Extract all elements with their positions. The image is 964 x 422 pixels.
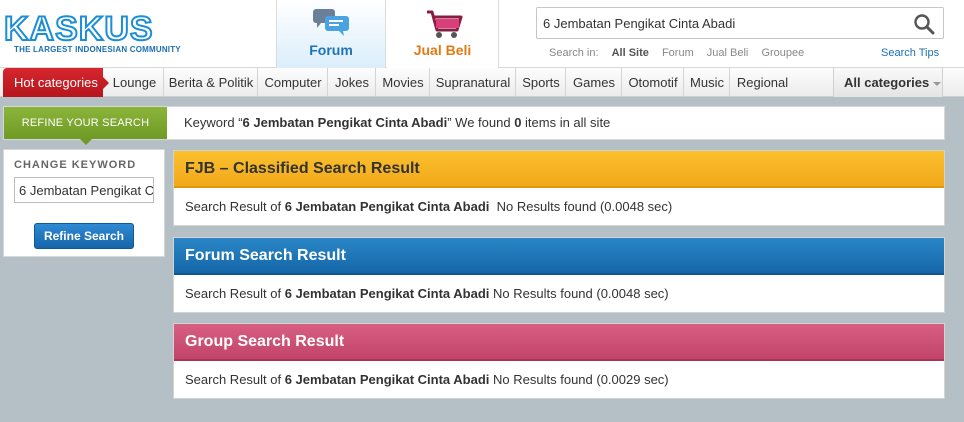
result-status: No Results found (0.0029 sec)	[493, 372, 669, 387]
keyword-suffix: items in all site	[521, 115, 611, 130]
category-bar: Hot categories Lounge Berita & Politik C…	[0, 68, 964, 97]
search-in-label: Search in:	[549, 47, 599, 59]
result-keyword: 6 Jembatan Pengikat Cinta Abadi	[284, 199, 490, 214]
hot-categories-button[interactable]: Hot categories	[3, 68, 109, 97]
fjb-result-panel: FJB – Classified Search Result Search Re…	[173, 150, 945, 226]
result-status: No Results found (0.0048 sec)	[493, 286, 669, 301]
change-keyword-input[interactable]	[14, 177, 154, 203]
logo-tagline: THE LARGEST INDONESIAN COMMUNITY	[14, 45, 181, 54]
tab-jual-beli-label: Jual Beli	[413, 42, 472, 58]
result-prefix: Search Result of	[185, 286, 285, 301]
change-keyword-panel: CHANGE KEYWORD Refine Search	[3, 149, 165, 257]
fjb-result-title: FJB – Classified Search Result	[174, 151, 944, 188]
group-result-text: Search Result of 6 Jembatan Pengikat Cin…	[185, 372, 669, 387]
result-status: No Results found (0.0048 sec)	[496, 199, 673, 214]
change-keyword-title: CHANGE KEYWORD	[14, 159, 137, 171]
refine-bar: REFINE YOUR SEARCH Keyword “6 Jembatan P…	[3, 106, 945, 145]
forum-result-panel: Forum Search Result Search Result of 6 J…	[173, 237, 945, 313]
kaskus-logo[interactable]: KASKUS THE LARGEST INDONESIAN COMMUNITY	[3, 10, 194, 60]
all-categories-label: All categories	[844, 75, 930, 90]
keyword-prefix: Keyword “	[184, 115, 243, 130]
search-scope-forum[interactable]: Forum	[662, 47, 694, 59]
forum-icon	[313, 9, 349, 36]
search-tips-link[interactable]: Search Tips	[881, 47, 939, 59]
search-box	[536, 7, 944, 39]
category-games[interactable]: Games	[567, 68, 622, 97]
shopping-cart-icon	[426, 10, 462, 38]
refine-your-search-tab[interactable]: REFINE YOUR SEARCH	[4, 107, 167, 145]
site-header: KASKUS THE LARGEST INDONESIAN COMMUNITY …	[0, 0, 964, 68]
tab-jual-beli[interactable]: Jual Beli	[387, 0, 499, 68]
category-otomotif[interactable]: Otomotif	[623, 68, 684, 97]
category-music[interactable]: Music	[685, 68, 730, 97]
tab-forum[interactable]: Forum	[276, 0, 386, 68]
tab-forum-label: Forum	[309, 42, 353, 58]
all-categories-dropdown[interactable]: All categories	[833, 68, 943, 97]
result-keyword: 6 Jembatan Pengikat Cinta Abadi	[284, 372, 490, 387]
search-scope-all-site[interactable]: All Site	[612, 47, 649, 59]
result-keyword: 6 Jembatan Pengikat Cinta Abadi	[284, 286, 490, 301]
keyword-mid: ” We found	[447, 115, 515, 130]
category-supranatural[interactable]: Supranatural	[431, 68, 516, 97]
refine-search-button[interactable]: Refine Search	[34, 223, 134, 249]
keyword-summary: Keyword “6 Jembatan Pengikat Cinta Abadi…	[184, 107, 610, 139]
search-scope-groupee[interactable]: Groupee	[761, 47, 804, 59]
category-lounge[interactable]: Lounge	[106, 68, 164, 97]
fjb-result-text: Search Result of 6 Jembatan Pengikat Cin…	[185, 199, 672, 214]
category-berita-politik[interactable]: Berita & Politik	[165, 68, 258, 97]
chevron-down-icon	[933, 81, 942, 86]
group-result-panel: Group Search Result Search Result of 6 J…	[173, 323, 945, 399]
group-result-title: Group Search Result	[174, 324, 944, 361]
result-prefix: Search Result of	[185, 199, 285, 214]
search-input[interactable]	[543, 8, 903, 38]
forum-result-text: Search Result of 6 Jembatan Pengikat Cin…	[185, 286, 669, 301]
result-prefix: Search Result of	[185, 372, 285, 387]
search-icon[interactable]	[913, 13, 935, 35]
logo-wordmark: KASKUS	[3, 10, 154, 48]
category-computer[interactable]: Computer	[259, 68, 328, 97]
category-movies[interactable]: Movies	[377, 68, 430, 97]
forum-result-title: Forum Search Result	[174, 238, 944, 275]
search-scope-jual-beli[interactable]: Jual Beli	[707, 47, 749, 59]
keyword-value: 6 Jembatan Pengikat Cinta Abadi	[242, 115, 448, 130]
search-scope-selector: Search in: All Site Forum Jual Beli Grou…	[549, 47, 814, 59]
category-regional[interactable]: Regional	[731, 68, 794, 97]
category-sports[interactable]: Sports	[517, 68, 566, 97]
category-jokes[interactable]: Jokes	[329, 68, 376, 97]
